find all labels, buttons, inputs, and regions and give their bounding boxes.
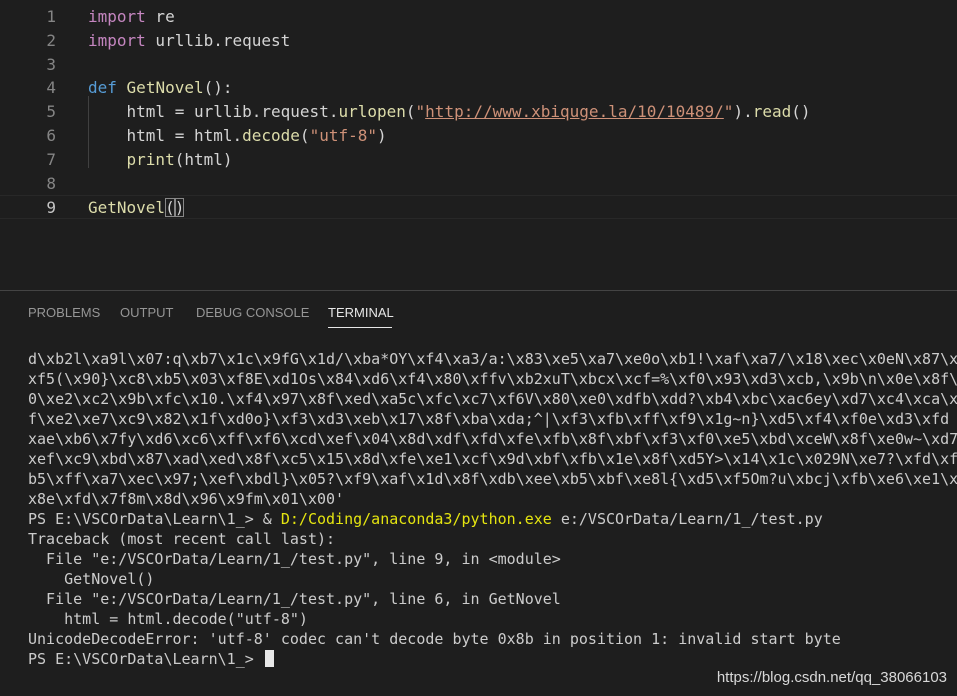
terminal-text: xae\xb6\x7fy\xd6\xc6\xff\xf6\xcd\xef\x04… — [28, 430, 957, 448]
code-token: re — [145, 7, 175, 26]
code-token: GetNovel — [88, 198, 166, 218]
terminal-line: b5\xff\xa7\xec\x97;\xef\xbdl}\x05?\xf9\x… — [28, 469, 957, 489]
code-token: print — [126, 149, 175, 169]
terminal-text: xef\xc9\xbd\x87\xad\xed\x8f\xc5\x15\x8d\… — [28, 450, 957, 468]
line-number: 3 — [46, 54, 56, 74]
code-token: html = html. — [88, 126, 243, 145]
terminal-text: File "e:/VSCOrData/Learn/1_/test.py", li… — [28, 590, 561, 608]
tab-output[interactable]: OUTPUT — [120, 305, 173, 320]
terminal-line: f\xe2\xe7\xc9\x82\x1f\xd0o}\xf3\xd3\xeb\… — [28, 409, 957, 429]
code-token: (html) — [174, 149, 233, 169]
line-number: 5 — [46, 102, 56, 122]
terminal-command-path: D:/Coding/anaconda3/python.exe — [280, 510, 552, 528]
terminal-text: Traceback (most recent call last): — [28, 530, 336, 548]
code-line[interactable]: 8 — [0, 172, 957, 196]
terminal-line: PS E:\VSCOrData\Learn\1_> — [28, 649, 957, 669]
panel-tabs: PROBLEMS OUTPUT DEBUG CONSOLE TERMINAL — [0, 291, 957, 335]
code-token: http://www.xbiquge.la/10/10489/ — [425, 102, 724, 122]
code-token: "utf-8" — [309, 126, 377, 145]
code-text: def GetNovel(): — [88, 76, 233, 100]
code-token: ) — [174, 198, 185, 218]
tab-debug-console[interactable]: DEBUG CONSOLE — [196, 305, 309, 320]
code-text: html = urllib.request.urlopen("http://ww… — [88, 100, 811, 124]
line-number: 8 — [46, 173, 56, 193]
line-number: 4 — [46, 78, 56, 98]
terminal-text: PS E:\VSCOrData\Learn\1_> & — [28, 510, 281, 528]
bottom-panel: PROBLEMS OUTPUT DEBUG CONSOLE TERMINAL d… — [0, 291, 957, 696]
terminal-line: d\xb2l\xa9l\x07:q\xb7\x1c\x9fG\x1d/\xba*… — [28, 349, 957, 369]
code-line[interactable]: 7 print(html) — [0, 148, 957, 172]
code-token: urlopen — [338, 102, 406, 122]
code-text: html = html.decode("utf-8") — [88, 124, 387, 148]
terminal-text: f\xe2\xe7\xc9\x82\x1f\xd0o}\xf3\xd3\xeb\… — [28, 410, 950, 428]
code-token: ( — [165, 198, 175, 218]
code-token: import — [88, 7, 146, 26]
code-line[interactable]: 5 html = urllib.request.urlopen("http://… — [0, 100, 957, 124]
code-token: ). — [733, 102, 753, 122]
terminal-text: UnicodeDecodeError: 'utf-8' codec can't … — [28, 630, 841, 648]
code-token: ( — [299, 126, 310, 145]
terminal-line: Traceback (most recent call last): — [28, 529, 957, 549]
tab-problems[interactable]: PROBLEMS — [28, 305, 100, 320]
code-text: import re — [88, 5, 175, 29]
terminal-text: GetNovel() — [28, 570, 155, 588]
code-token: read — [752, 102, 792, 122]
watermark: https://blog.csdn.net/qq_38066103 — [716, 669, 947, 686]
code-line[interactable]: 2 import urllib.request — [0, 29, 957, 53]
terminal-line: File "e:/VSCOrData/Learn/1_/test.py", li… — [28, 549, 957, 569]
code-token: decode — [242, 126, 300, 145]
terminal-line: 0\xe2\xc2\x9b\xfc\x10.\xf4\x97\x8f\xed\x… — [28, 389, 957, 409]
tab-terminal[interactable]: TERMINAL — [328, 305, 394, 320]
code-token: def — [88, 78, 117, 98]
terminal-text: 0\xe2\xc2\x9b\xfc\x10.\xf4\x97\x8f\xed\x… — [28, 390, 957, 408]
code-token: ) — [377, 126, 387, 145]
code-token: ( — [405, 102, 416, 122]
terminal-line: File "e:/VSCOrData/Learn/1_/test.py", li… — [28, 589, 957, 609]
terminal-text: html = html.decode("utf-8") — [28, 610, 308, 628]
code-line[interactable]: 4 def GetNovel(): — [0, 76, 957, 100]
code-line[interactable]: 1 import re — [0, 5, 957, 29]
terminal-output[interactable]: d\xb2l\xa9l\x07:q\xb7\x1c\x9fG\x1d/\xba*… — [28, 349, 957, 679]
terminal-line: xae\xb6\x7fy\xd6\xc6\xff\xf6\xcd\xef\x04… — [28, 429, 957, 449]
terminal-line: UnicodeDecodeError: 'utf-8' codec can't … — [28, 629, 957, 649]
code-token: import — [88, 30, 146, 50]
line-number: 2 — [46, 30, 56, 50]
terminal-line: PS E:\VSCOrData\Learn\1_> & D:/Coding/an… — [28, 509, 957, 529]
line-number: 7 — [46, 149, 56, 169]
code-line[interactable]: 3 — [0, 53, 957, 77]
terminal-text: File "e:/VSCOrData/Learn/1_/test.py", li… — [28, 550, 561, 568]
terminal-text: e:/VSCOrData/Learn/1_/test.py — [551, 510, 823, 528]
code-line[interactable]: 9 GetNovel() — [0, 195, 957, 220]
terminal-line: xef\xc9\xbd\x87\xad\xed\x8f\xc5\x15\x8d\… — [28, 449, 957, 469]
code-text: GetNovel() — [88, 196, 185, 220]
code-token: " — [415, 102, 426, 122]
code-token: " — [723, 102, 734, 122]
terminal-line: x8e\xfd\x7f8m\x8d\x96\x9fm\x01\x00' — [28, 489, 957, 509]
code-editor[interactable]: 1 import re 2 import urllib.request 3 4 def Ge… — [0, 0, 957, 290]
code-line[interactable]: 6 html = html.decode("utf-8") — [0, 124, 957, 148]
code-text: print(html) — [88, 148, 233, 172]
code-token: html = urllib.request. — [88, 102, 339, 122]
code-token: (): — [203, 78, 233, 98]
line-number: 6 — [46, 126, 56, 145]
terminal-text: x8e\xfd\x7f8m\x8d\x96\x9fm\x01\x00' — [28, 490, 345, 508]
terminal-text: b5\xff\xa7\xec\x97;\xef\xbdl}\x05?\xf9\x… — [28, 470, 957, 488]
terminal-line: GetNovel() — [28, 569, 957, 589]
terminal-text: d\xb2l\xa9l\x07:q\xb7\x1c\x9fG\x1d/\xba*… — [28, 350, 957, 368]
terminal-line: xf5(\x90}\xc8\xb5\x03\xf8E\xd1Os\x84\xd6… — [28, 369, 957, 389]
code-token: GetNovel — [126, 78, 204, 98]
code-token: urllib.request — [145, 30, 291, 50]
line-number: 9 — [46, 198, 56, 218]
line-number: 1 — [46, 7, 56, 26]
terminal-cursor — [264, 650, 274, 667]
terminal-text: PS E:\VSCOrData\Learn\1_> — [28, 650, 263, 668]
code-text: import urllib.request — [88, 29, 290, 53]
active-tab-indicator — [328, 327, 392, 328]
terminal-text: xf5(\x90}\xc8\xb5\x03\xf8E\xd1Os\x84\xd6… — [28, 370, 957, 388]
terminal-line: html = html.decode("utf-8") — [28, 609, 957, 629]
code-token: () — [791, 102, 811, 122]
